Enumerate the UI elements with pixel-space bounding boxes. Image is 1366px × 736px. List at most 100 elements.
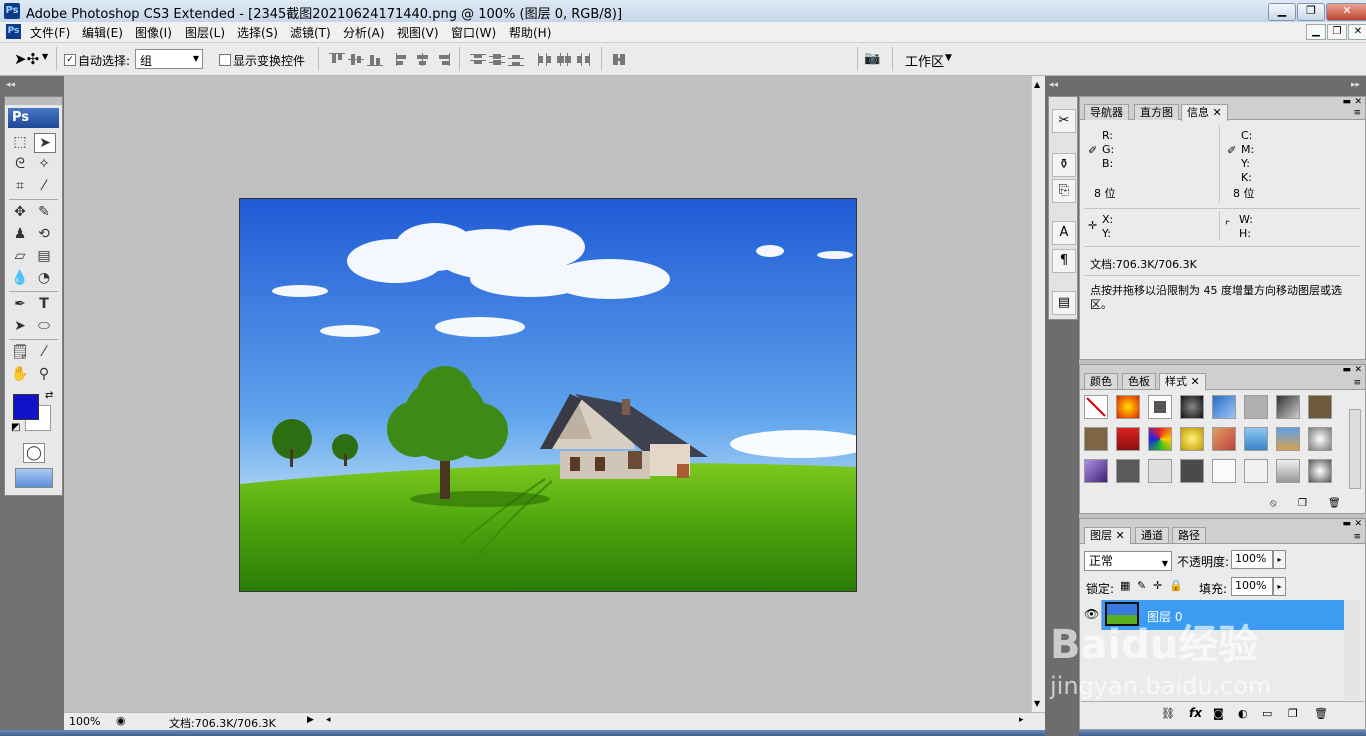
auto-align-layers-icon[interactable]: [611, 53, 627, 66]
bridge-icon[interactable]: 📷: [864, 51, 886, 67]
scroll-left-icon[interactable]: ◂: [326, 715, 331, 725]
distribute-hcenter-icon[interactable]: [556, 53, 572, 66]
scroll-up-icon[interactable]: ▲: [1034, 80, 1040, 89]
close-tab-icon[interactable]: ✕: [1213, 106, 1222, 119]
foreground-color-swatch[interactable]: [13, 394, 39, 420]
adjustment-layer-icon[interactable]: ◐: [1238, 707, 1248, 720]
panel-menu-icon[interactable]: ≡: [1353, 532, 1361, 542]
lock-transparent-icon[interactable]: ▦: [1120, 579, 1130, 592]
zoom-tool-icon[interactable]: ⚲: [34, 365, 54, 383]
character-icon[interactable]: A: [1052, 221, 1076, 245]
style-swatch[interactable]: [1148, 395, 1172, 419]
screen-mode-icon[interactable]: [15, 468, 53, 488]
layers-scrollbar[interactable]: [1344, 600, 1360, 700]
expand-arrows-icon[interactable]: ▸▸: [1351, 80, 1360, 90]
doc-minimize-button[interactable]: ▁: [1306, 24, 1326, 40]
style-swatch[interactable]: [1212, 395, 1236, 419]
scroll-down-icon[interactable]: ▼: [1034, 699, 1040, 708]
lock-image-icon[interactable]: ✎: [1137, 579, 1146, 592]
workspace-label[interactable]: 工作区: [905, 51, 944, 70]
move-tool-preset-icon[interactable]: ➤✣: [14, 50, 39, 68]
panel-minimize-icon[interactable]: ▬: [1342, 519, 1351, 529]
tab-color[interactable]: 颜色: [1084, 373, 1118, 389]
style-swatch[interactable]: [1244, 395, 1268, 419]
panel-close-icon[interactable]: ✕: [1354, 365, 1362, 375]
show-transform-checkbox[interactable]: [219, 54, 231, 66]
preset-dropdown-arrow-icon[interactable]: ▼: [42, 52, 48, 61]
blur-tool-icon[interactable]: 💧: [10, 269, 30, 287]
menu-layer[interactable]: 图层(L): [185, 24, 225, 41]
style-swatch[interactable]: [1244, 427, 1268, 451]
workspace-dropdown-icon[interactable]: ▼: [945, 53, 952, 63]
new-group-icon[interactable]: ▭: [1262, 707, 1272, 720]
tab-navigator[interactable]: 导航器: [1084, 104, 1129, 120]
menu-analysis[interactable]: 分析(A): [343, 24, 385, 41]
auto-select-dropdown[interactable]: 组 ▼: [135, 49, 203, 69]
minimize-button[interactable]: ▁: [1268, 3, 1296, 21]
document-image[interactable]: [239, 198, 857, 592]
distribute-right-icon[interactable]: [575, 53, 591, 66]
tab-layers[interactable]: 图层 ✕: [1084, 527, 1131, 544]
style-swatch[interactable]: [1084, 427, 1108, 451]
default-colors-icon[interactable]: ◩: [11, 422, 20, 433]
tool-presets-icon[interactable]: ✂: [1052, 109, 1076, 133]
auto-select-checkbox[interactable]: ✓: [64, 54, 76, 66]
style-swatch[interactable]: [1308, 427, 1332, 451]
opacity-field[interactable]: 100%: [1231, 550, 1273, 569]
hand-tool-icon[interactable]: ✋: [10, 365, 30, 383]
style-swatch[interactable]: [1276, 459, 1300, 483]
style-swatch[interactable]: [1148, 427, 1172, 451]
panel-menu-icon[interactable]: ≡: [1353, 108, 1361, 118]
delete-style-icon[interactable]: ⦸: [1270, 498, 1277, 509]
maximize-button[interactable]: ❐: [1297, 3, 1325, 21]
trash-icon[interactable]: 🗑: [1328, 498, 1341, 509]
doc-close-button[interactable]: ✕: [1348, 24, 1366, 40]
align-left-icon[interactable]: [396, 53, 412, 66]
menu-select[interactable]: 选择(S): [237, 24, 278, 41]
style-swatch[interactable]: [1276, 395, 1300, 419]
dodge-tool-icon[interactable]: ◔: [34, 269, 54, 287]
styles-scrollbar[interactable]: [1349, 409, 1361, 489]
slice-tool-icon[interactable]: ⁄: [34, 177, 54, 195]
clone-source-icon[interactable]: ⎘: [1052, 179, 1076, 203]
history-brush-tool-icon[interactable]: ⟲: [34, 225, 54, 243]
healing-brush-tool-icon[interactable]: ✥: [10, 203, 30, 221]
ellipse-tool-icon[interactable]: ⬭: [34, 317, 54, 335]
trash-icon[interactable]: 🗑: [1314, 707, 1328, 720]
fill-slider-arrow-icon[interactable]: ▸: [1273, 577, 1286, 596]
style-swatch[interactable]: [1180, 427, 1204, 451]
menu-filter[interactable]: 滤镜(T): [290, 24, 331, 41]
scroll-right-icon[interactable]: ▸: [1019, 715, 1024, 725]
fill-field[interactable]: 100%: [1231, 577, 1273, 596]
menu-file[interactable]: 文件(F): [30, 24, 70, 41]
paragraph-icon[interactable]: ¶: [1052, 249, 1076, 273]
eyedropper-tool-icon[interactable]: ⁄: [34, 343, 54, 361]
clone-stamp-tool-icon[interactable]: ♟: [10, 225, 30, 243]
align-vcenter-icon[interactable]: [348, 53, 364, 66]
tab-swatches[interactable]: 色板: [1122, 373, 1156, 389]
distribute-bottom-icon[interactable]: [508, 53, 524, 66]
doc-restore-button[interactable]: ❐: [1327, 24, 1347, 40]
close-tab-icon[interactable]: ✕: [1116, 529, 1125, 542]
lock-position-icon[interactable]: ✛: [1153, 579, 1162, 592]
new-style-icon[interactable]: ❐: [1298, 498, 1307, 509]
align-hcenter-icon[interactable]: [415, 53, 431, 66]
lasso-tool-icon[interactable]: ᘓ: [10, 155, 30, 173]
add-mask-icon[interactable]: ◙: [1213, 707, 1224, 720]
gradient-tool-icon[interactable]: ▤: [34, 247, 54, 265]
menu-view[interactable]: 视图(V): [397, 24, 439, 41]
pen-tool-icon[interactable]: ✒: [10, 295, 30, 313]
brushes-icon[interactable]: ⚱: [1052, 153, 1076, 177]
menu-edit[interactable]: 编辑(E): [82, 24, 123, 41]
align-top-icon[interactable]: [329, 53, 345, 66]
close-tab-icon[interactable]: ✕: [1191, 375, 1200, 388]
menu-image[interactable]: 图像(I): [135, 24, 172, 41]
collapse-arrows-icon[interactable]: ◂◂: [6, 80, 15, 90]
zoom-level[interactable]: 100%: [69, 715, 100, 728]
style-swatch[interactable]: [1116, 395, 1140, 419]
swap-colors-icon[interactable]: ⇄: [45, 390, 53, 401]
menu-window[interactable]: 窗口(W): [451, 24, 496, 41]
quick-mask-icon[interactable]: ◯: [23, 443, 45, 463]
brush-tool-icon[interactable]: ✎: [34, 203, 54, 221]
style-swatch[interactable]: [1244, 459, 1268, 483]
